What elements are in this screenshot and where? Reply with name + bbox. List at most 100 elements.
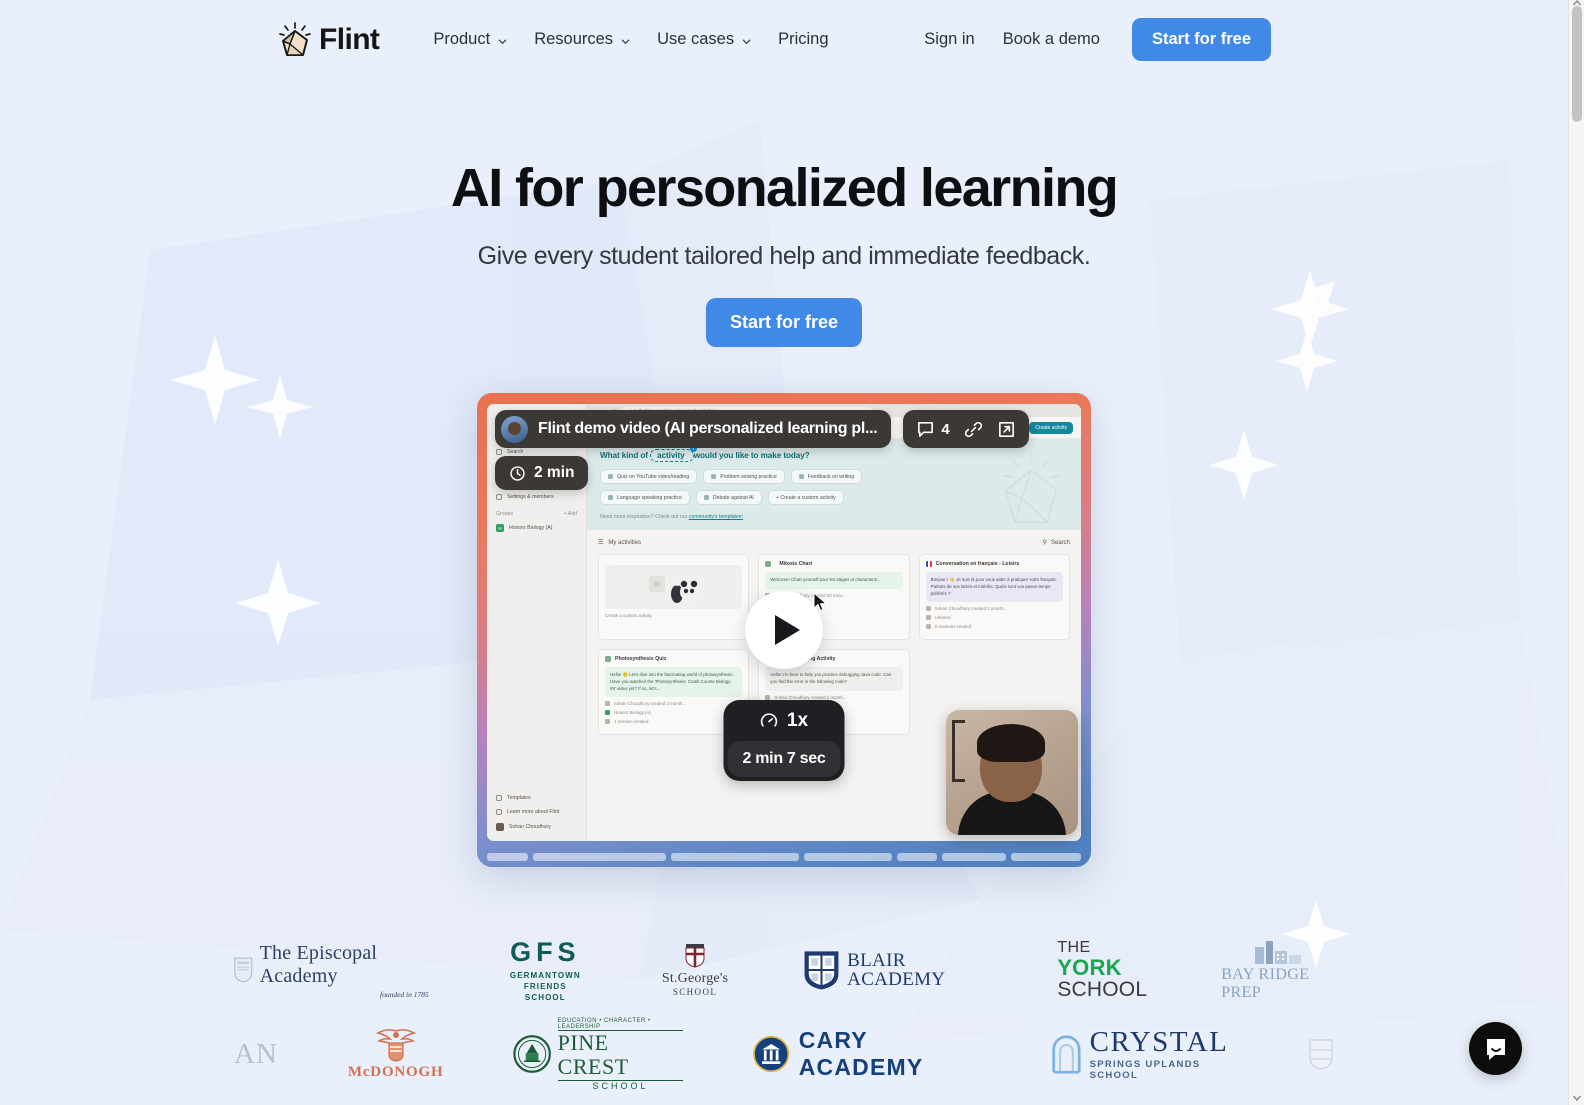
activity-prompt-panel: What kind of activity i would you like t… bbox=[587, 439, 1081, 531]
playback-speed-control[interactable]: 1x bbox=[724, 707, 845, 741]
logo-an: AN bbox=[234, 1023, 278, 1085]
logo-tagline: founded in 1785 bbox=[380, 989, 429, 999]
gem-illustration bbox=[1002, 452, 1061, 523]
prompt-suffix: would you like to make today? bbox=[693, 451, 810, 461]
activity-card-francais[interactable]: Conversation en français - Loisirs Bonjo… bbox=[918, 554, 1070, 641]
brand-logo[interactable]: Flint bbox=[278, 21, 380, 58]
activity-preview-bubble: Hello! 🙂 Let's dive into the fascinating… bbox=[605, 667, 743, 698]
chip-label: + Create a custom activity bbox=[775, 494, 836, 501]
wall-frame bbox=[952, 720, 965, 783]
building-seal-icon bbox=[753, 1036, 790, 1073]
chapter-segment[interactable] bbox=[487, 853, 528, 862]
page-title: AI for personalized learning bbox=[450, 158, 1119, 218]
meta-sessions: 1 session created bbox=[614, 719, 649, 725]
play-button[interactable] bbox=[745, 591, 823, 670]
chapter-segment[interactable] bbox=[942, 853, 1007, 862]
sessions-icon bbox=[605, 719, 610, 725]
logo-partial-crest bbox=[1308, 1023, 1334, 1085]
chapter-markers[interactable] bbox=[487, 853, 1081, 862]
scroll-down-arrow-icon[interactable] bbox=[1572, 1093, 1582, 1103]
nav-item-pricing[interactable]: Pricing bbox=[765, 22, 841, 57]
group-label: Honors Biology (A) bbox=[509, 525, 553, 532]
logo-name: McDONOGH bbox=[347, 1063, 444, 1080]
chip-feedback-writing[interactable]: Feedback on writing bbox=[790, 469, 863, 485]
activity-card-title: Conversation en français - Loisirs bbox=[925, 561, 1063, 568]
chip-quiz[interactable]: Quiz on YouTube video/reading bbox=[600, 469, 698, 485]
video-overlay-topbar: Flint demo video (AI personalized learni… bbox=[495, 410, 1073, 449]
seal-icon bbox=[513, 1035, 552, 1074]
header-start-for-free-button[interactable]: Start for free bbox=[1131, 18, 1271, 61]
logo-name: GFS bbox=[510, 937, 581, 968]
chapter-segment[interactable] bbox=[896, 853, 938, 862]
chapter-segment[interactable] bbox=[1011, 853, 1081, 862]
france-flag-icon bbox=[925, 561, 932, 568]
nav-item-product[interactable]: Product bbox=[420, 22, 521, 57]
mic-icon bbox=[703, 495, 709, 501]
copy-link-button[interactable] bbox=[964, 420, 983, 439]
activity-card-create[interactable]: Create a custom activity bbox=[598, 554, 750, 641]
page-scrollbar[interactable] bbox=[1568, 0, 1584, 1105]
logo-name: CARY ACADEMY bbox=[798, 1027, 924, 1081]
page-root: Flint Product Resources Use cases Pricin… bbox=[0, 0, 1568, 1105]
meta-author: Sohan Choudhury created 2 month... bbox=[774, 694, 847, 700]
logo-name: BLAIR ACADEMY bbox=[847, 950, 946, 991]
header-actions: Sign in Book a demo Start for free bbox=[910, 18, 1271, 61]
video-title: Flint demo video (AI personalized learni… bbox=[538, 420, 878, 438]
sidebar-item-settings[interactable]: Settings & members bbox=[487, 489, 586, 504]
logo-name: PINE CREST bbox=[557, 1029, 684, 1082]
prompt-pill[interactable]: activity i bbox=[650, 445, 697, 463]
sidebar-group-honors-biology[interactable]: H Honors Biology (A) bbox=[487, 520, 586, 536]
chip-problem-solving[interactable]: Problem solving practice bbox=[703, 469, 785, 485]
nav-item-use-cases[interactable]: Use cases bbox=[644, 22, 765, 57]
flag-icon bbox=[608, 495, 613, 501]
inspiration-text: Need more inspiration? Check out our bbox=[600, 514, 688, 521]
arch-icon bbox=[1052, 1035, 1081, 1074]
logo-tagline: GERMANTOWN FRIENDS SCHOOL bbox=[509, 971, 581, 1002]
chip-debate[interactable]: Debate against AI bbox=[695, 490, 762, 506]
add-group-button[interactable]: + Add bbox=[564, 511, 577, 517]
chapter-segment[interactable] bbox=[532, 853, 667, 862]
sidebar-item-learn-more[interactable]: Learn more about Flint bbox=[487, 805, 586, 819]
chapter-segment[interactable] bbox=[804, 853, 892, 862]
chat-launcher-button[interactable] bbox=[1469, 1022, 1522, 1075]
sign-in-link[interactable]: Sign in bbox=[910, 22, 988, 57]
hero-start-for-free-button[interactable]: Start for free bbox=[705, 298, 863, 348]
video-frame[interactable]: Notifications 9+ Search Home bbox=[477, 393, 1091, 868]
logo-pine-crest-school: EDUCATION • CHARACTER • LEADERSHIP PINE … bbox=[513, 1018, 684, 1091]
nav-item-resources[interactable]: Resources bbox=[521, 22, 644, 57]
puzzle-icon bbox=[711, 474, 717, 480]
chapter-segment[interactable] bbox=[671, 853, 800, 862]
activities-search[interactable]: ⚲ Search bbox=[1043, 539, 1070, 547]
chip-custom-activity[interactable]: + Create a custom activity bbox=[767, 490, 844, 506]
meta-sessions: 0 sessions created bbox=[934, 624, 972, 630]
activity-card-title: Mitosis Chart bbox=[765, 561, 902, 568]
activity-meta: Sohan Choudhury created 2 month... bbox=[765, 694, 902, 700]
book-a-demo-link[interactable]: Book a demo bbox=[989, 22, 1114, 57]
sessions-icon bbox=[925, 624, 931, 630]
comment-count: 4 bbox=[941, 420, 950, 438]
info-icon bbox=[496, 809, 502, 816]
sidebar-item-templates[interactable]: Templates bbox=[487, 791, 586, 805]
prompt-pill-label: activity bbox=[657, 451, 685, 461]
my-activities-header: ☰ My activities ⚲ Search bbox=[598, 539, 1070, 547]
logo-crystal-springs-uplands-school: CRYSTAL SPRINGS UPLANDS SCHOOL bbox=[1051, 1023, 1238, 1085]
scrollbar-thumb[interactable] bbox=[1572, 6, 1582, 122]
chip-language-speaking[interactable]: Language speaking practice bbox=[600, 490, 690, 506]
flint-gem-icon bbox=[278, 21, 312, 58]
create-card-text: Create a custom activity bbox=[605, 613, 652, 619]
customer-logos: The Episcopal Academy founded in 1785 GF… bbox=[234, 937, 1334, 1091]
logo-episcopal-academy: The Episcopal Academy founded in 1785 bbox=[234, 939, 429, 1001]
logo-germantown-friends-school: GFS GERMANTOWN FRIENDS SCHOOL bbox=[503, 937, 588, 1002]
logo-tagline: SPRINGS UPLANDS SCHOOL bbox=[1089, 1058, 1201, 1081]
logo-mcdonogh: McDONOGH bbox=[348, 1023, 444, 1085]
community-templates-link[interactable]: community's templates! bbox=[689, 514, 743, 520]
video-title-pill[interactable]: Flint demo video (AI personalized learni… bbox=[495, 410, 892, 449]
comments-button[interactable]: 4 bbox=[916, 420, 950, 439]
sidebar-account[interactable]: Sohan Choudhury bbox=[487, 819, 586, 835]
chevron-down-icon bbox=[741, 33, 752, 45]
templates-icon bbox=[496, 795, 502, 802]
open-external-button[interactable] bbox=[997, 420, 1016, 439]
chip-label: Language speaking practice bbox=[617, 494, 682, 501]
logo-name: BAY RIDGE PREP bbox=[1221, 965, 1310, 1001]
mouse-cursor bbox=[813, 592, 828, 612]
